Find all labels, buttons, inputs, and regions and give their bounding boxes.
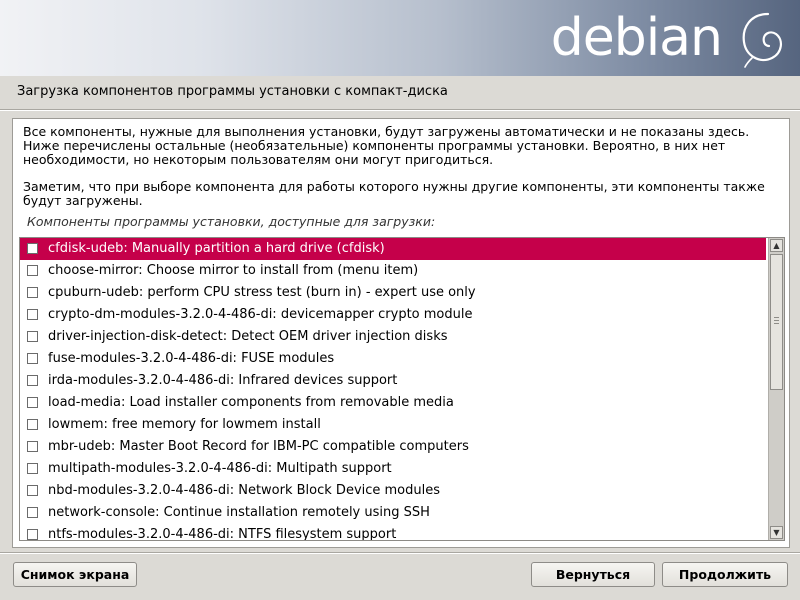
footer-divider — [0, 552, 800, 554]
component-label: multipath-modules-3.2.0-4-486-di: Multip… — [48, 461, 392, 476]
component-checkbox[interactable] — [27, 485, 38, 496]
component-row[interactable]: crypto-dm-modules-3.2.0-4-486-di: device… — [20, 304, 766, 326]
component-checkbox[interactable] — [27, 397, 38, 408]
component-label: choose-mirror: Choose mirror to install … — [48, 263, 419, 278]
component-label: fuse-modules-3.2.0-4-486-di: FUSE module… — [48, 351, 335, 366]
component-row[interactable]: choose-mirror: Choose mirror to install … — [20, 260, 766, 282]
scroll-down-button[interactable]: ▼ — [770, 526, 783, 539]
debian-banner: debian — [0, 0, 800, 76]
component-checkbox[interactable] — [27, 309, 38, 320]
component-label: lowmem: free memory for lowmem install — [48, 417, 321, 432]
note-paragraph: Заметим, что при выборе компонента для р… — [23, 179, 765, 208]
scroll-thumb[interactable] — [770, 254, 783, 390]
components-list[interactable]: cfdisk-udeb: Manually partition a hard d… — [19, 237, 785, 541]
component-row[interactable]: network-console: Continue installation r… — [20, 502, 766, 524]
component-checkbox[interactable] — [27, 507, 38, 518]
component-label: nbd-modules-3.2.0-4-486-di: Network Bloc… — [48, 483, 441, 498]
debian-swirl-icon — [742, 12, 782, 68]
scroll-grip — [774, 317, 779, 318]
content-panel: Все компоненты, нужные для выполнения ус… — [12, 118, 790, 548]
component-row[interactable]: cfdisk-udeb: Manually partition a hard d… — [20, 238, 766, 260]
component-row[interactable]: lowmem: free memory for lowmem install — [20, 414, 766, 436]
component-label: cfdisk-udeb: Manually partition a hard d… — [48, 241, 385, 256]
component-label: ntfs-modules-3.2.0-4-486-di: NTFS filesy… — [48, 527, 397, 541]
debian-logo-text: debian — [550, 8, 723, 68]
component-label: crypto-dm-modules-3.2.0-4-486-di: device… — [48, 307, 473, 322]
component-checkbox[interactable] — [27, 463, 38, 474]
component-row[interactable]: fuse-modules-3.2.0-4-486-di: FUSE module… — [20, 348, 766, 370]
list-caption: Компоненты программы установки, доступны… — [27, 214, 436, 229]
page-title: Загрузка компонентов программы установки… — [17, 84, 448, 99]
component-checkbox[interactable] — [27, 375, 38, 386]
component-label: network-console: Continue installation r… — [48, 505, 430, 520]
intro-paragraph: Все компоненты, нужные для выполнения ус… — [23, 124, 750, 167]
component-row[interactable]: nbd-modules-3.2.0-4-486-di: Network Bloc… — [20, 480, 766, 502]
title-divider — [0, 109, 800, 111]
component-row[interactable]: load-media: Load installer components fr… — [20, 392, 766, 414]
component-row[interactable]: irda-modules-3.2.0-4-486-di: Infrared de… — [20, 370, 766, 392]
continue-button[interactable]: Продолжить — [662, 562, 788, 587]
component-label: irda-modules-3.2.0-4-486-di: Infrared de… — [48, 373, 398, 388]
component-checkbox[interactable] — [27, 353, 38, 364]
component-row[interactable]: driver-injection-disk-detect: Detect OEM… — [20, 326, 766, 348]
component-row[interactable]: ntfs-modules-3.2.0-4-486-di: NTFS filesy… — [20, 524, 766, 541]
components-rows: cfdisk-udeb: Manually partition a hard d… — [20, 238, 766, 541]
component-label: mbr-udeb: Master Boot Record for IBM-PC … — [48, 439, 469, 454]
component-label: load-media: Load installer components fr… — [48, 395, 454, 410]
component-row[interactable]: multipath-modules-3.2.0-4-486-di: Multip… — [20, 458, 766, 480]
component-checkbox[interactable] — [27, 331, 38, 342]
component-checkbox[interactable] — [27, 265, 38, 276]
component-checkbox[interactable] — [27, 287, 38, 298]
scroll-grip — [774, 320, 779, 321]
back-button[interactable]: Вернуться — [531, 562, 655, 587]
component-checkbox[interactable] — [27, 529, 38, 540]
scroll-up-button[interactable]: ▲ — [770, 239, 783, 252]
component-checkbox[interactable] — [27, 243, 38, 254]
component-checkbox[interactable] — [27, 441, 38, 452]
scroll-grip — [774, 323, 779, 324]
component-row[interactable]: mbr-udeb: Master Boot Record for IBM-PC … — [20, 436, 766, 458]
vertical-scrollbar[interactable]: ▲ ▼ — [768, 238, 784, 540]
component-label: driver-injection-disk-detect: Detect OEM… — [48, 329, 448, 344]
component-row[interactable]: cpuburn-udeb: perform CPU stress test (b… — [20, 282, 766, 304]
component-label: cpuburn-udeb: perform CPU stress test (b… — [48, 285, 476, 300]
screenshot-button[interactable]: Снимок экрана — [13, 562, 137, 587]
component-checkbox[interactable] — [27, 419, 38, 430]
